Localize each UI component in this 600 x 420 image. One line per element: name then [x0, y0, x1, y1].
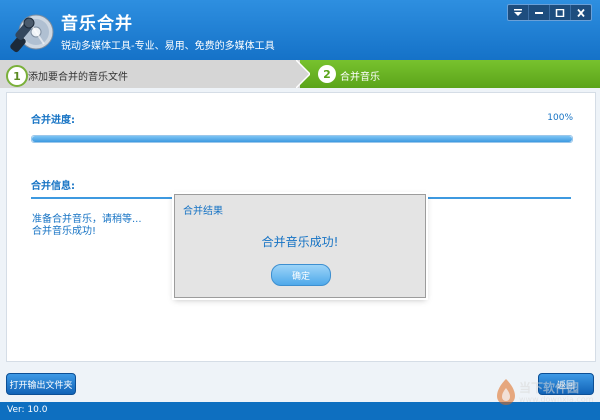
app-window: 音乐合并 锐动多媒体工具-专业、易用、免费的多媒体工具 1 添加要合并的音乐文件…	[0, 0, 600, 420]
step-1-number: 1	[6, 65, 28, 87]
watermark-url: www.downxia.com	[519, 395, 594, 404]
dropdown-icon[interactable]	[508, 5, 529, 20]
info-message: 合并音乐成功!	[32, 226, 97, 237]
music-cd-logo-icon	[8, 6, 56, 54]
minimize-icon[interactable]	[529, 5, 550, 20]
info-label: 合并信息:	[31, 181, 75, 192]
progress-label: 合并进度:	[31, 115, 75, 126]
step-2-label: 合并音乐	[340, 72, 380, 83]
app-title: 音乐合并	[61, 14, 133, 34]
result-dialog: 合并结果 合并音乐成功! 确定	[174, 194, 426, 298]
step-1-label: 添加要合并的音乐文件	[28, 72, 128, 83]
dialog-message: 合并音乐成功!	[261, 235, 339, 249]
step-arrow	[296, 60, 310, 88]
open-output-folder-button[interactable]: 打开输出文件夹	[6, 373, 76, 395]
ok-button[interactable]: 确定	[271, 264, 331, 286]
close-icon[interactable]	[571, 5, 591, 20]
watermark-logo-icon	[497, 379, 515, 405]
app-subtitle: 锐动多媒体工具-专业、易用、免费的多媒体工具	[61, 41, 275, 52]
version-text: Ver: 10.0	[7, 405, 48, 415]
progress-bar	[31, 135, 573, 143]
dialog-title: 合并结果	[183, 206, 223, 217]
progress-fill	[32, 136, 572, 142]
step-2-number: 2	[318, 65, 336, 83]
watermark-text: 当下软件园	[519, 381, 580, 395]
window-controls	[507, 4, 592, 21]
watermark: 当下软件园 www.downxia.com	[495, 376, 595, 420]
progress-percent: 100%	[547, 113, 573, 123]
title-bar: 音乐合并 锐动多媒体工具-专业、易用、免费的多媒体工具	[0, 0, 600, 60]
maximize-icon[interactable]	[550, 5, 571, 20]
